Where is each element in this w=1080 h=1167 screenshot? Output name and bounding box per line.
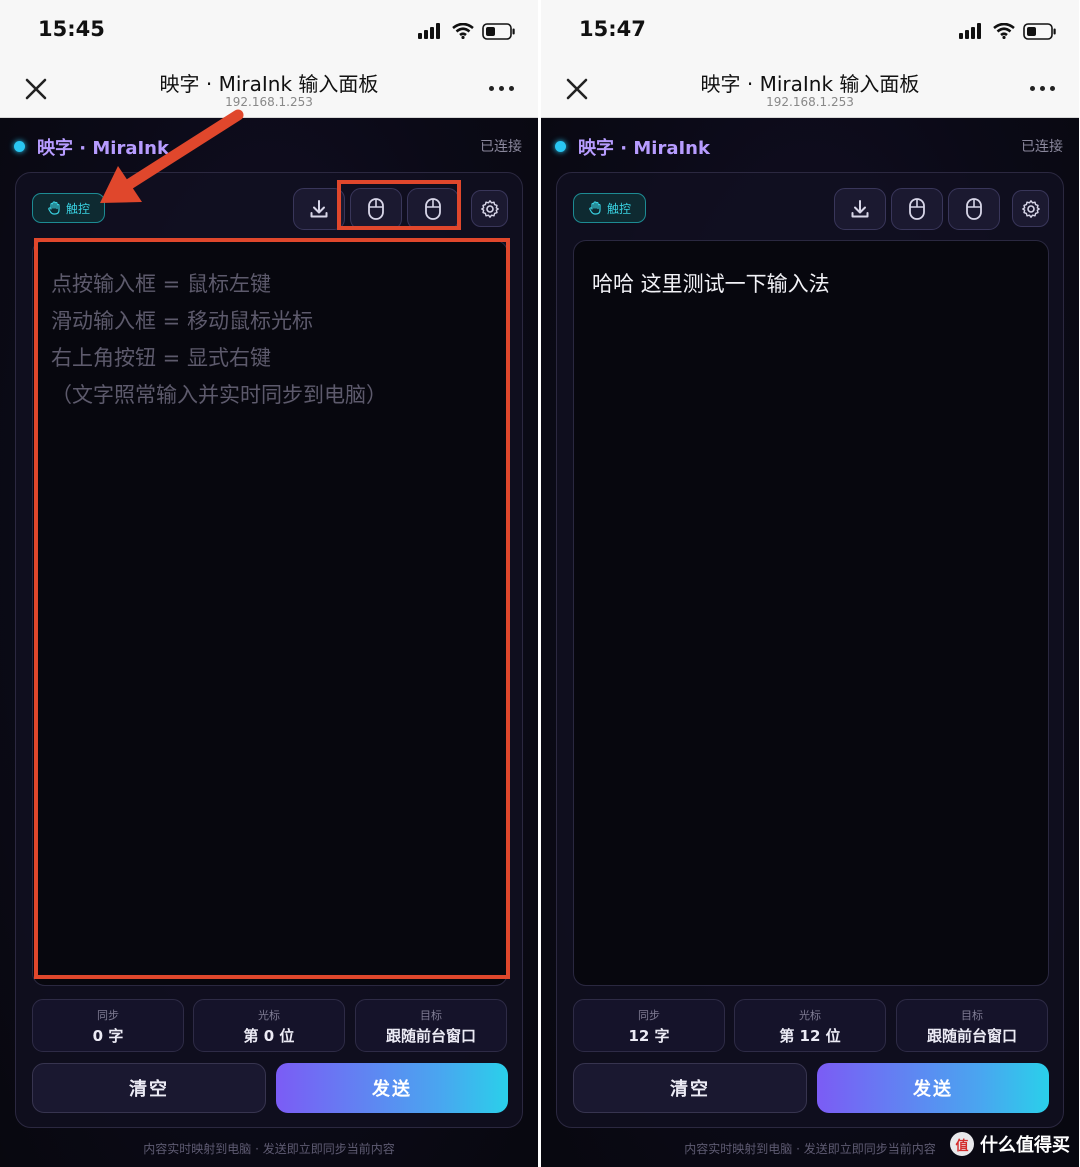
download-button[interactable]: [834, 188, 886, 230]
status-icons: [959, 20, 1057, 42]
watermark-logo-icon: 值: [950, 1132, 974, 1156]
status-dot: [555, 141, 566, 152]
stat-target[interactable]: 目标 跟随前台窗口: [355, 999, 507, 1052]
page-title: 映字 · MiraInk 输入面板: [700, 72, 920, 96]
input-panel: 触控 哈哈 这里测试一下输入法 同步 12 字 光标 第 12 位 目标 跟随前…: [556, 172, 1064, 1128]
stat-target-value: 跟随前台窗口: [926, 1027, 1017, 1045]
status-time: 15:47: [579, 17, 646, 41]
connection-status: 已连接: [480, 139, 522, 155]
stat-cursor-label: 光标: [799, 1009, 821, 1022]
brand-name: 映字 · MiraInk: [578, 138, 710, 159]
hand-icon: [48, 201, 60, 215]
phone-screen-right: 15:47 映字 · MiraInk 输入面板 192.168.1.253 映字…: [541, 0, 1079, 1167]
brand-row: 映字 · MiraInk 已连接: [555, 134, 1063, 159]
stat-sync-label: 同步: [97, 1009, 119, 1022]
stat-cursor-value: 第 12 位: [779, 1027, 841, 1045]
status-dot: [14, 141, 25, 152]
download-icon: [310, 200, 328, 218]
battery-icon: [482, 22, 515, 40]
brand-name: 映字 · MiraInk: [37, 138, 169, 159]
watermark: 值 什么值得买: [950, 1131, 1070, 1157]
more-icon[interactable]: [1030, 86, 1055, 91]
browser-header: 15:47 映字 · MiraInk 输入面板 192.168.1.253: [541, 0, 1079, 118]
page-title: 映字 · MiraInk 输入面板: [159, 72, 379, 96]
stat-cursor-label: 光标: [258, 1009, 280, 1022]
close-icon[interactable]: [22, 75, 50, 103]
download-icon: [851, 200, 869, 218]
stat-cursor: 光标 第 0 位: [193, 999, 345, 1052]
close-icon[interactable]: [563, 75, 591, 103]
touch-mode-button[interactable]: 触控: [573, 193, 646, 223]
stat-cursor-value: 第 0 位: [243, 1027, 295, 1045]
more-icon[interactable]: [489, 86, 514, 91]
touch-mode-label: 触控: [65, 201, 90, 216]
gear-icon: [1021, 199, 1040, 218]
battery-icon: [1023, 22, 1056, 40]
stat-target-label: 目标: [420, 1009, 442, 1022]
right-click-button[interactable]: [948, 188, 1000, 230]
stat-target-label: 目标: [961, 1009, 983, 1022]
connection-status: 已连接: [1021, 139, 1063, 155]
settings-button[interactable]: [471, 190, 508, 227]
mouse-icon: [909, 198, 925, 220]
stat-sync-value: 12 字: [628, 1027, 670, 1045]
stat-cursor: 光标 第 12 位: [734, 999, 886, 1052]
touch-mode-label: 触控: [606, 201, 631, 216]
status-icons: [418, 20, 516, 42]
brand-row: 映字 · MiraInk 已连接: [14, 134, 522, 159]
clear-button[interactable]: 清空: [573, 1063, 807, 1113]
browser-header: 15:45 映字 · MiraInk 输入面板 192.168.1.253: [0, 0, 538, 118]
watermark-text: 什么值得买: [980, 1135, 1070, 1156]
stat-target-value: 跟随前台窗口: [385, 1027, 476, 1045]
wifi-icon: [452, 23, 474, 39]
hand-icon: [589, 201, 601, 215]
gear-icon: [480, 199, 499, 218]
footnote: 内容实时映射到电脑 · 发送即立即同步当前内容: [143, 1142, 395, 1156]
send-button[interactable]: 发送: [276, 1063, 508, 1113]
typed-text: 哈哈 这里测试一下输入法: [592, 272, 830, 296]
mouse-icon: [966, 198, 982, 220]
stat-target[interactable]: 目标 跟随前台窗口: [896, 999, 1048, 1052]
touch-mode-button[interactable]: 触控: [32, 193, 105, 223]
text-input-area[interactable]: 哈哈 这里测试一下输入法: [573, 240, 1049, 986]
page-url: 192.168.1.253: [766, 95, 854, 109]
app-area: 映字 · MiraInk 已连接 触控 哈哈 这里测试一下输入法 同步 12 字…: [541, 118, 1079, 1167]
annotation-box-input-area: [34, 238, 510, 979]
stat-sync-value: 0 字: [92, 1027, 124, 1045]
clear-button[interactable]: 清空: [32, 1063, 266, 1113]
left-click-button[interactable]: [891, 188, 943, 230]
signal-icon: [418, 23, 440, 39]
settings-button[interactable]: [1012, 190, 1049, 227]
phone-screen-left: 15:45 映字 · MiraInk 输入面板 192.168.1.253 映字…: [0, 0, 538, 1167]
annotation-box-mouse-buttons: [337, 180, 461, 230]
stat-sync-label: 同步: [638, 1009, 660, 1022]
send-button[interactable]: 发送: [817, 1063, 1049, 1113]
status-time: 15:45: [38, 17, 105, 41]
wifi-icon: [993, 23, 1015, 39]
signal-icon: [959, 23, 981, 39]
page-url: 192.168.1.253: [225, 95, 313, 109]
stat-sync: 同步 12 字: [573, 999, 725, 1052]
stat-sync: 同步 0 字: [32, 999, 184, 1052]
